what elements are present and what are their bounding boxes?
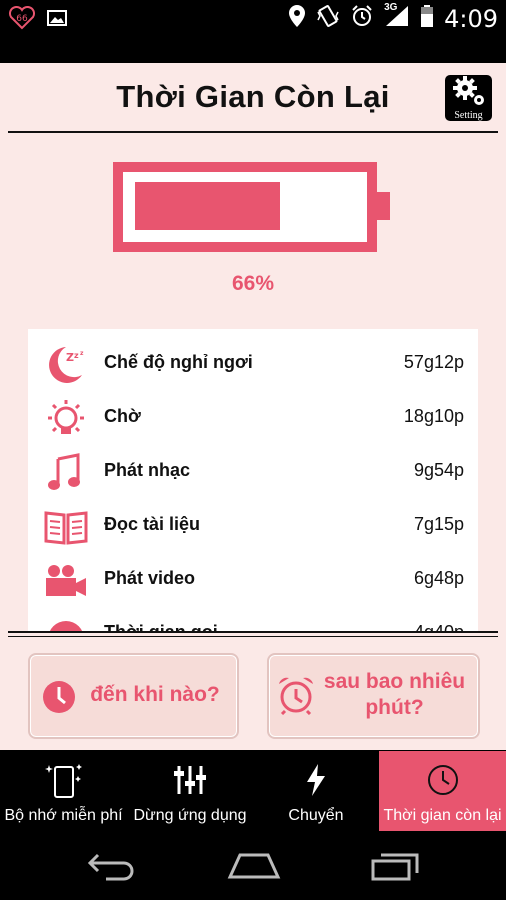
list-item: Z z z Chế độ nghỉ ngơi 57g12p (28, 337, 478, 391)
clock-time: 4:09 (444, 5, 498, 33)
until-when-button[interactable]: đến khi nào? (28, 653, 239, 739)
heart-notification-icon: 66 (8, 5, 36, 35)
bottom-tab-bar: Bộ nhớ miễn phí Dừng ứng dụng Chuyển Thờ… (0, 751, 506, 831)
list-item-value: 7g15p (413, 514, 464, 534)
list-item-label: Đọc tài liệu (104, 514, 201, 534)
tab-remaining-time[interactable]: Thời gian còn lại (379, 751, 506, 831)
list-item: Đọc tài liệu 7g15p (28, 499, 478, 553)
video-camera-icon (44, 561, 88, 601)
list-item-value: 6g48p (413, 568, 464, 588)
back-button[interactable] (86, 851, 138, 886)
location-icon (288, 4, 306, 34)
setting-label: Setting (454, 110, 483, 121)
status-bar: 66 3G 4:09 (0, 0, 506, 37)
recent-apps-button[interactable] (369, 851, 421, 886)
lightning-icon (304, 763, 328, 802)
standby-bulb-icon (44, 399, 88, 439)
battery-status-icon (420, 4, 434, 34)
list-item-label: Phát video (104, 568, 196, 588)
sleep-moon-icon: Z z z (44, 345, 88, 385)
usage-list[interactable]: Z z z Chế độ nghỉ ngơi 57g12p Chờ 18g10p… (28, 329, 478, 632)
alarm-icon (350, 4, 374, 34)
tab-label: Dừng ứng dụng (133, 807, 247, 824)
list-item-value: 9g54p (413, 460, 464, 480)
gear-icon (451, 75, 487, 112)
list-item-value: 57g12p (403, 352, 464, 372)
tab-free-memory[interactable]: Bộ nhớ miễn phí (0, 751, 127, 831)
after-minutes-label: sau bao nhiêu phút? (317, 669, 472, 721)
home-icon (227, 853, 281, 879)
network-type: 3G (384, 2, 398, 13)
app-content: Thời Gian Còn Lại Setting 66% Z z z Chế … (0, 63, 506, 750)
list-item-label: Chờ (104, 406, 141, 426)
until-when-label: đến khi nào? (90, 683, 220, 706)
tab-label: Chuyển (288, 807, 344, 824)
battery-fill (135, 182, 280, 230)
back-arrow-icon (87, 853, 134, 881)
list-item-label: Chế độ nghỉ ngơi (104, 352, 253, 372)
alarm-clock-icon (277, 675, 315, 720)
list-item-value: 18g10p (403, 406, 464, 426)
page-title: Thời Gian Còn Lại (116, 79, 390, 114)
setting-button[interactable]: Setting (445, 75, 492, 121)
tab-label: Bộ nhớ miễn phí (4, 807, 123, 824)
list-item: Chờ 18g10p (28, 391, 478, 445)
home-button[interactable] (226, 851, 282, 886)
svg-text:Z: Z (66, 351, 74, 364)
svg-text:z: z (74, 351, 79, 360)
list-item: Thời gian gọi 4g40p (28, 607, 478, 632)
clock-alert-icon (42, 680, 76, 719)
svg-text:z: z (80, 350, 84, 357)
list-item-label: Phát nhạc (104, 460, 191, 480)
recent-apps-icon (371, 853, 419, 881)
tab-label: Thời gian còn lại (383, 807, 502, 824)
after-minutes-button[interactable]: sau bao nhiêu phút? (267, 653, 480, 739)
vibrate-icon (316, 4, 340, 34)
list-item: Phát nhạc 9g54p (28, 445, 478, 499)
image-notification-icon (46, 8, 68, 33)
header: Thời Gian Còn Lại Setting (0, 63, 506, 131)
after-minutes-line2: phút? (365, 696, 424, 719)
list-item: Phát video 6g48p (28, 553, 478, 607)
battery-graphic (113, 162, 393, 257)
phone-sparkle-icon (44, 763, 84, 804)
battery-percent: 66% (231, 272, 275, 295)
header-divider (8, 131, 498, 133)
sliders-icon (172, 763, 208, 802)
system-nav-bar (0, 831, 506, 900)
call-icon (44, 615, 88, 632)
clock-icon (426, 763, 460, 802)
signal-icon: 3G (384, 2, 410, 34)
status-bar-spacer (0, 37, 506, 63)
list-divider-top (8, 631, 498, 633)
list-divider-bottom (8, 636, 498, 637)
after-minutes-line1: sau bao nhiêu (323, 670, 466, 693)
notification-badge: 66 (16, 14, 28, 24)
tab-stop-apps[interactable]: Dừng ứng dụng (127, 751, 253, 831)
book-icon (44, 507, 88, 547)
music-note-icon (44, 453, 88, 493)
tab-switch[interactable]: Chuyển (253, 751, 379, 831)
